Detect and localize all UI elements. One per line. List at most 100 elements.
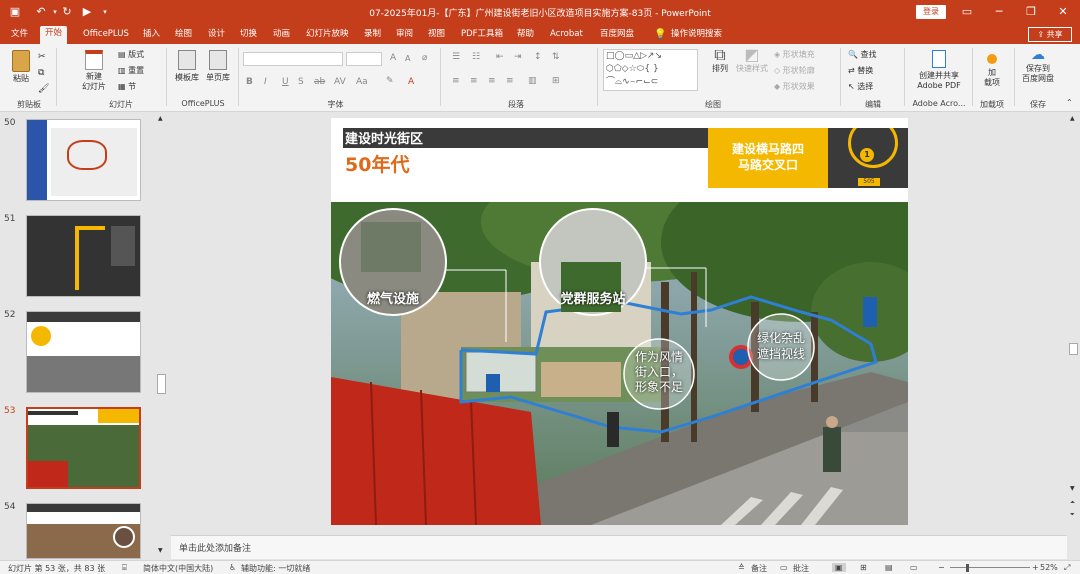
addins-button[interactable]: 加 载项 bbox=[978, 50, 1006, 88]
slide[interactable]: 建设时光街区 50年代 建设横马路四 马路交叉口 1 505 燃气设施 党群服务… bbox=[331, 118, 908, 525]
layout-button[interactable]: ▤ 版式 bbox=[118, 50, 144, 60]
thumbnail-scrollbar[interactable]: ▲ ▼ bbox=[157, 115, 167, 557]
paste-button[interactable]: 粘贴 bbox=[8, 50, 34, 84]
align-right-icon[interactable]: ≡ bbox=[488, 76, 496, 86]
next-slide-icon[interactable]: ⏷ bbox=[1070, 511, 1075, 519]
share-button[interactable]: ⇪ 共享 bbox=[1028, 27, 1072, 42]
tab-acrobat[interactable]: Acrobat bbox=[545, 27, 588, 44]
section-button[interactable]: ▦ 节 bbox=[118, 82, 136, 92]
align-center-icon[interactable]: ≡ bbox=[470, 76, 478, 86]
slide-sorter-icon[interactable]: ⊞ bbox=[860, 563, 867, 572]
comments-toggle[interactable]: 批注 bbox=[793, 563, 809, 574]
char-spacing-icon[interactable]: AV bbox=[334, 77, 346, 87]
tab-slideshow[interactable]: 幻灯片放映 bbox=[301, 27, 354, 44]
bold-icon[interactable]: B bbox=[246, 77, 253, 87]
tab-review[interactable]: 审阅 bbox=[391, 27, 418, 44]
accessibility-icon[interactable]: ♿ bbox=[229, 563, 236, 572]
slide-thumbnail-52[interactable] bbox=[26, 311, 141, 393]
normal-view-icon[interactable]: ▣ bbox=[832, 563, 846, 572]
slideshow-icon[interactable]: ▭ bbox=[910, 563, 918, 572]
tab-view[interactable]: 视图 bbox=[423, 27, 450, 44]
scroll-thumb[interactable] bbox=[157, 374, 166, 394]
change-case-icon[interactable]: Aa bbox=[356, 77, 368, 87]
strikethrough-icon[interactable]: ab bbox=[314, 77, 325, 87]
tab-home[interactable]: 开始 bbox=[40, 26, 68, 44]
select-button[interactable]: ↖ 选择 bbox=[848, 82, 873, 92]
replace-button[interactable]: ⇄ 替换 bbox=[848, 66, 873, 76]
collapse-ribbon-icon[interactable]: ⌃ bbox=[1066, 98, 1073, 107]
login-button[interactable]: 登录 bbox=[916, 5, 946, 19]
new-slide-button[interactable]: 新建 幻灯片 bbox=[78, 50, 110, 92]
tab-draw[interactable]: 绘图 bbox=[170, 27, 197, 44]
notes-pane[interactable]: 单击此处添加备注 bbox=[171, 535, 1067, 559]
scroll-up-icon[interactable]: ▲ bbox=[1070, 115, 1075, 122]
reading-view-icon[interactable]: ▤ bbox=[885, 563, 893, 572]
save-to-baidu-button[interactable]: ☁ 保存到 百度网盘 bbox=[1018, 48, 1058, 84]
shadow-icon[interactable]: S bbox=[298, 77, 304, 87]
zoom-slider-thumb[interactable] bbox=[966, 564, 969, 572]
previous-slide-icon[interactable]: ⏶ bbox=[1070, 499, 1075, 507]
decrease-font-icon[interactable]: A bbox=[405, 54, 410, 63]
fit-to-window-icon[interactable]: ⤢ bbox=[1064, 563, 1070, 573]
editor-scrollbar[interactable]: ▲ ▼ ⏶ ⏷ bbox=[1067, 113, 1080, 560]
arrange-button[interactable]: ⧉ 排列 bbox=[708, 47, 732, 74]
zoom-level[interactable]: 52% bbox=[1040, 563, 1058, 572]
quick-styles-button[interactable]: ◩ 快速样式 bbox=[734, 47, 770, 74]
ribbon-display-icon[interactable]: ▭ bbox=[960, 5, 974, 19]
tab-design[interactable]: 设计 bbox=[203, 27, 230, 44]
template-library-button[interactable]: 模板库 bbox=[172, 50, 202, 83]
shape-outline-button[interactable]: ◇ 形状轮廓 bbox=[774, 66, 815, 76]
tab-baidu-netdisk[interactable]: 百度网盘 bbox=[595, 27, 639, 44]
close-icon[interactable]: ✕ bbox=[1056, 5, 1070, 19]
decrease-indent-icon[interactable]: ⇤ bbox=[496, 52, 504, 62]
reset-button[interactable]: ▥ 重置 bbox=[118, 66, 144, 76]
underline-icon[interactable]: U bbox=[282, 77, 289, 87]
zoom-in-icon[interactable]: + bbox=[1032, 563, 1039, 572]
restore-icon[interactable]: ❐ bbox=[1024, 5, 1038, 19]
shape-fill-button[interactable]: ◈ 形状填充 bbox=[774, 50, 815, 60]
numbering-icon[interactable]: ☷ bbox=[472, 52, 480, 62]
slide-thumbnail-51[interactable] bbox=[26, 215, 141, 297]
zoom-slider[interactable] bbox=[950, 567, 1030, 568]
minimize-icon[interactable]: ─ bbox=[992, 5, 1006, 19]
align-left-icon[interactable]: ≡ bbox=[452, 76, 460, 86]
text-direction-icon[interactable]: ⇅ bbox=[552, 52, 560, 62]
spell-check-icon[interactable]: ⌸ bbox=[122, 563, 127, 573]
increase-indent-icon[interactable]: ⇥ bbox=[514, 52, 522, 62]
single-page-library-button[interactable]: 单页库 bbox=[203, 50, 233, 83]
scroll-down-icon[interactable]: ▼ bbox=[158, 547, 163, 554]
accessibility-status[interactable]: 辅助功能: 一切就绪 bbox=[241, 563, 310, 574]
zoom-out-icon[interactable]: − bbox=[938, 563, 945, 572]
tell-me-search[interactable]: 操作说明搜索 bbox=[666, 27, 727, 44]
tab-file[interactable]: 文件 bbox=[6, 27, 33, 44]
slide-thumbnail-54[interactable] bbox=[26, 503, 141, 559]
scroll-down-icon[interactable]: ▼ bbox=[1070, 485, 1075, 492]
tab-record[interactable]: 录制 bbox=[359, 27, 386, 44]
comments-icon[interactable]: ▭ bbox=[780, 563, 788, 572]
create-adobe-pdf-button[interactable]: 创建并共享 Adobe PDF bbox=[910, 50, 968, 91]
tab-insert[interactable]: 插入 bbox=[138, 27, 165, 44]
scroll-thumb[interactable] bbox=[1069, 343, 1078, 355]
format-painter-icon[interactable]: 🖌 bbox=[38, 84, 49, 94]
shapes-gallery[interactable]: □◯▭△▷↗↘ ⬡⬠◇☆⬭{ } ⌒⌓∿⌢⌐⌙⊂ bbox=[603, 49, 698, 91]
columns-icon[interactable]: ▥ bbox=[528, 76, 537, 86]
shape-effects-button[interactable]: ◆ 形状效果 bbox=[774, 82, 815, 92]
find-button[interactable]: 🔍 查找 bbox=[848, 50, 877, 60]
line-spacing-icon[interactable]: ↕ bbox=[534, 52, 542, 62]
notes-icon[interactable]: ≙ bbox=[738, 563, 745, 572]
font-name-combobox[interactable] bbox=[243, 52, 343, 66]
notes-toggle[interactable]: 备注 bbox=[751, 563, 767, 574]
justify-icon[interactable]: ≡ bbox=[506, 76, 514, 86]
highlight-icon[interactable]: ✎ bbox=[386, 76, 394, 86]
font-color-icon[interactable]: A bbox=[408, 77, 414, 87]
clear-format-icon[interactable]: ⌀ bbox=[422, 53, 427, 63]
scroll-up-icon[interactable]: ▲ bbox=[158, 115, 163, 122]
increase-font-icon[interactable]: A bbox=[390, 53, 396, 63]
bullets-icon[interactable]: ☰ bbox=[452, 52, 460, 62]
smartart-icon[interactable]: ⊞ bbox=[552, 76, 560, 86]
tab-transitions[interactable]: 切换 bbox=[235, 27, 262, 44]
tab-help[interactable]: 帮助 bbox=[512, 27, 539, 44]
copy-icon[interactable]: ⧉ bbox=[38, 68, 44, 78]
language-indicator[interactable]: 简体中文(中国大陆) bbox=[143, 563, 213, 574]
font-size-combobox[interactable] bbox=[346, 52, 382, 66]
